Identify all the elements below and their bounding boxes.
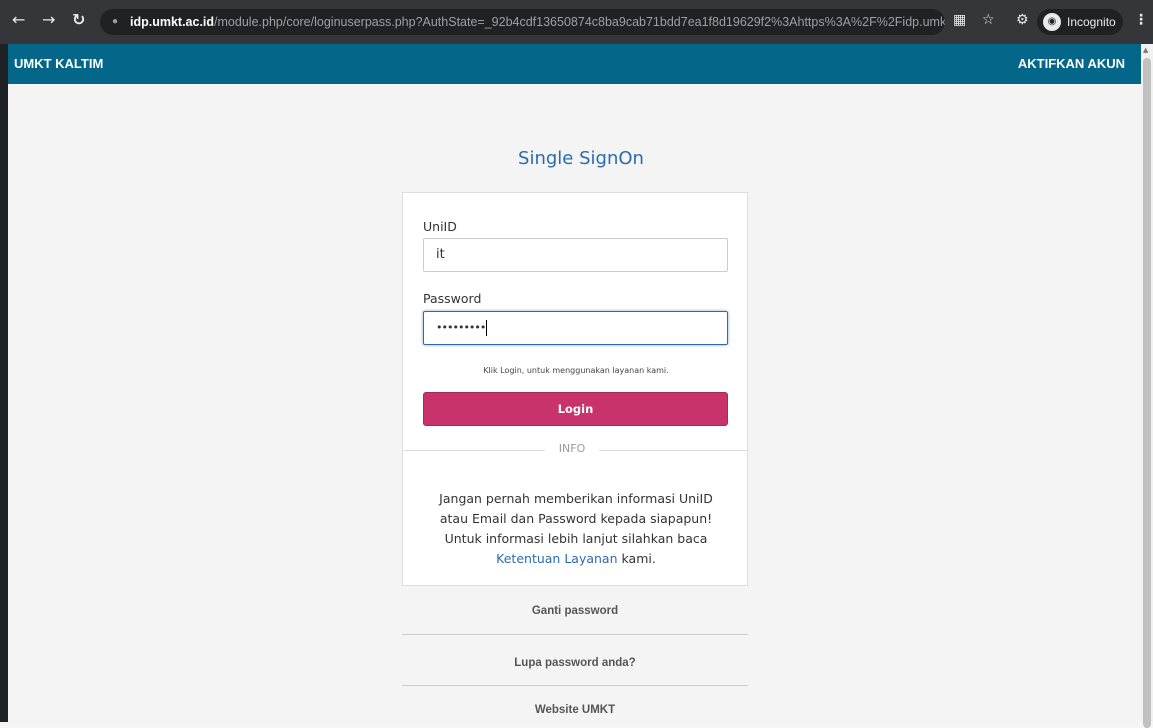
back-arrow-icon[interactable]: ← <box>12 10 25 29</box>
browser-toolbar: ← → ↻ ● idp.umkt.ac.id/module.php/core/l… <box>0 0 1153 44</box>
forgot-password-link[interactable]: Lupa password anda? <box>402 657 748 669</box>
footer-divider <box>402 685 748 686</box>
brand-link[interactable]: UMKT KALTIM <box>14 56 103 71</box>
uniid-input[interactable]: it <box>423 238 728 272</box>
security-notice: Jangan pernah memberikan informasi UniID… <box>439 491 713 566</box>
extensions-icon[interactable]: ⚙ <box>1016 12 1029 28</box>
page-viewport: UMKT KALTIM AKTIFKAN AKUN Single SignOn … <box>8 44 1141 722</box>
forward-arrow-icon[interactable]: → <box>42 10 55 29</box>
login-button[interactable]: Login <box>423 392 728 426</box>
vertical-scrollbar[interactable]: ▲ <box>1141 44 1153 728</box>
password-input[interactable]: ••••••••• <box>423 311 728 345</box>
terms-of-service-link[interactable]: Ketentuan Layanan <box>496 551 617 566</box>
login-card: UniID it Password ••••••••• Klik Login, … <box>402 192 748 586</box>
incognito-icon: ◉ <box>1043 13 1061 31</box>
incognito-label: Incognito <box>1067 15 1116 29</box>
scrollbar-thumb[interactable] <box>1143 58 1151 728</box>
uniid-label: UniID <box>423 219 457 234</box>
address-url: idp.umkt.ac.id/module.php/core/loginuser… <box>130 15 945 29</box>
info-label: INFO <box>545 442 599 455</box>
window-edge <box>0 44 8 722</box>
footer-divider <box>402 634 748 635</box>
website-link[interactable]: Website UMKT <box>402 704 748 716</box>
reload-icon[interactable]: ↻ <box>72 10 85 29</box>
address-bar[interactable]: ● idp.umkt.ac.id/module.php/core/loginus… <box>100 9 945 35</box>
login-hint: Klik Login, untuk menggunakan layanan ka… <box>483 366 669 375</box>
password-label: Password <box>423 291 482 306</box>
scroll-up-icon[interactable]: ▲ <box>1143 46 1148 54</box>
menu-dots-icon[interactable]: ⋮ <box>1134 12 1148 28</box>
change-password-link[interactable]: Ganti password <box>402 605 748 617</box>
translate-icon[interactable]: ▦ <box>953 12 966 28</box>
lock-icon: ● <box>112 16 119 27</box>
activate-account-link[interactable]: AKTIFKAN AKUN <box>1018 56 1125 71</box>
site-navbar: UMKT KALTIM AKTIFKAN AKUN <box>8 44 1141 84</box>
incognito-badge[interactable]: ◉ Incognito <box>1037 9 1123 35</box>
star-icon[interactable]: ☆ <box>982 12 995 28</box>
page-title: Single SignOn <box>518 148 644 169</box>
